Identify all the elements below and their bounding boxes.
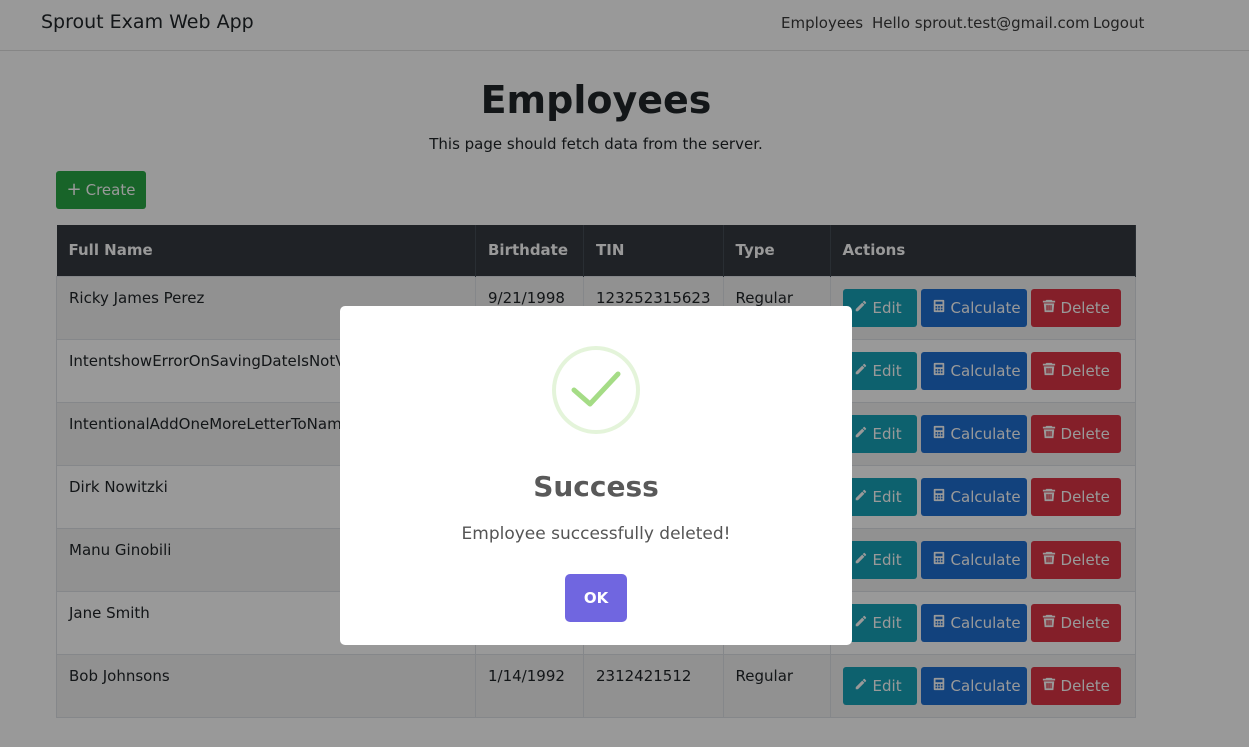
success-dialog: Success Employee successfully deleted! O… bbox=[340, 306, 852, 645]
dialog-title: Success bbox=[533, 470, 659, 503]
success-check-icon bbox=[552, 346, 640, 434]
dialog-message: Employee successfully deleted! bbox=[461, 524, 731, 544]
ok-button[interactable]: OK bbox=[565, 574, 627, 622]
